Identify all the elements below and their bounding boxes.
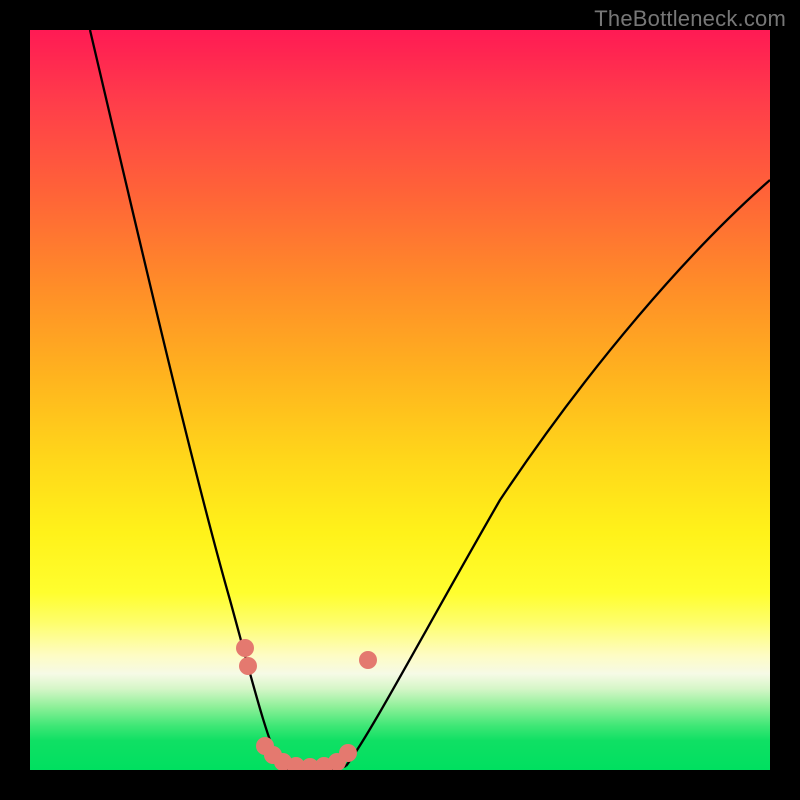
watermark-text: TheBottleneck.com [594, 6, 786, 32]
left-curve [90, 30, 282, 768]
chart-frame: TheBottleneck.com [0, 0, 800, 800]
plot-area [30, 30, 770, 770]
bead [236, 639, 254, 657]
bead [339, 744, 357, 762]
curve-layer [30, 30, 770, 770]
right-curve [346, 180, 770, 766]
bead [239, 657, 257, 675]
bead [359, 651, 377, 669]
